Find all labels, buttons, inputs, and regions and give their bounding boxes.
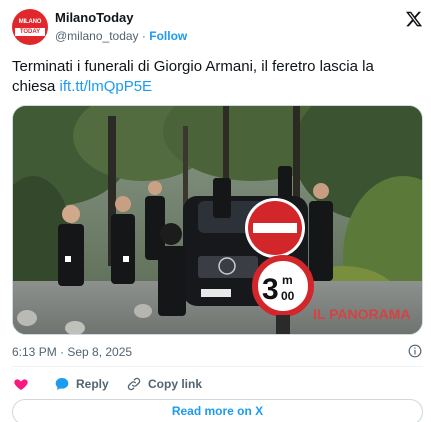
link-icon: [127, 377, 141, 391]
x-logo-icon[interactable]: [405, 10, 423, 28]
like-button[interactable]: [13, 376, 35, 392]
reply-icon: [55, 378, 69, 390]
funeral-scene-image: 3 m 00 IL PANORAMA: [13, 106, 422, 334]
tweet-photo[interactable]: 3 m 00 IL PANORAMA: [12, 105, 423, 335]
follow-button[interactable]: Follow: [149, 29, 187, 43]
avatar-text-top: MILANO: [18, 19, 42, 25]
tweet-header: MILANO TODAY MilanoToday @milano_today ·…: [12, 9, 423, 45]
reply-button[interactable]: Reply: [54, 376, 109, 392]
tweet-timestamp[interactable]: 6:13 PM · Sep 8, 2025: [12, 345, 132, 359]
divider: [12, 366, 423, 367]
display-name[interactable]: MilanoToday: [55, 10, 133, 25]
avatar-text-bottom: TODAY: [15, 28, 45, 36]
copy-link-button[interactable]: Copy link: [126, 376, 202, 392]
sign-number: 3: [262, 273, 279, 306]
watermark: IL PANORAMA: [313, 306, 410, 322]
tweet-text: Terminati i funerali di Giorgio Armani, …: [12, 57, 412, 97]
sign-unit-bottom: 00: [281, 289, 295, 303]
handle-row: @milano_today · Follow: [55, 29, 187, 43]
heart-icon: [14, 379, 28, 390]
sign-unit-top: m: [282, 273, 293, 287]
avatar[interactable]: MILANO TODAY: [12, 9, 48, 45]
reply-label: Reply: [76, 377, 109, 391]
copy-link-label: Copy link: [148, 377, 203, 391]
user-handle[interactable]: @milano_today: [55, 29, 139, 43]
separator-dot: ·: [141, 29, 146, 43]
read-more-button[interactable]: Read more on X: [12, 399, 423, 422]
tweet-link[interactable]: ift.tt/lmQpP5E: [60, 78, 153, 95]
info-icon[interactable]: [408, 344, 422, 358]
